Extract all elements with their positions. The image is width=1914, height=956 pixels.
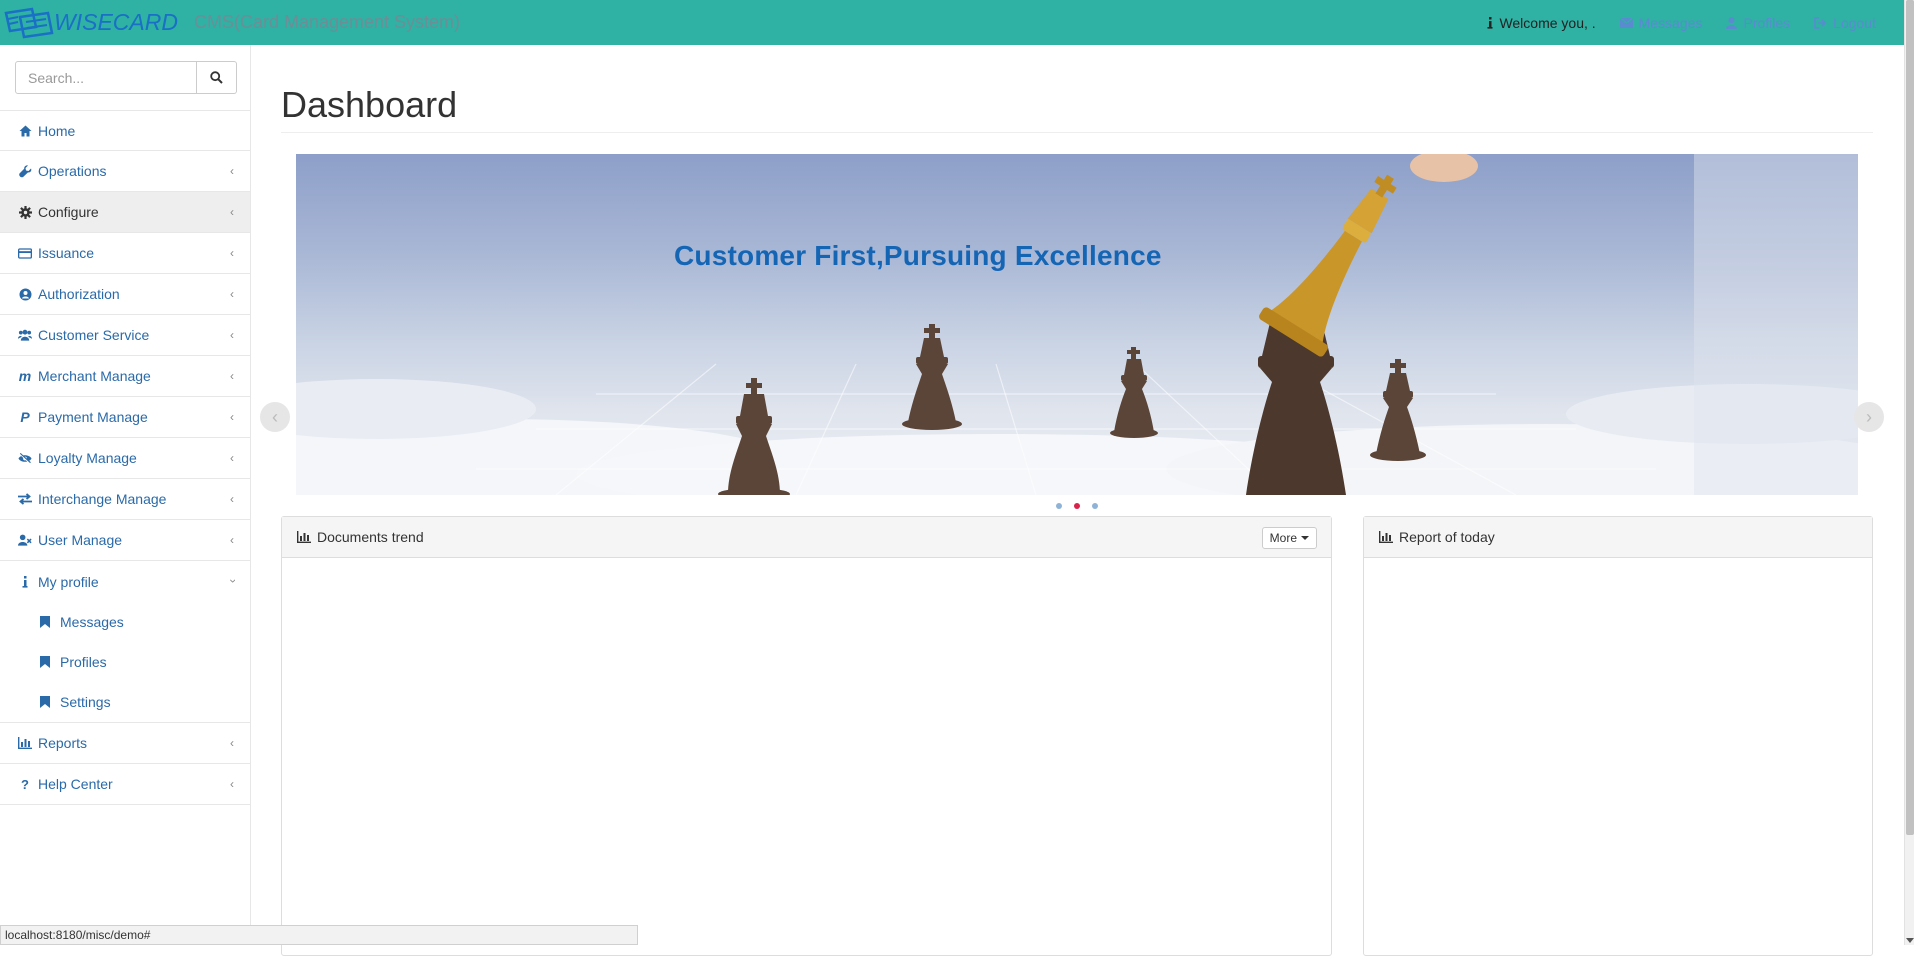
sidebar: Home Operations ‹ Configure ‹ Issuance ‹… [0,45,251,945]
sidebar-item-loyalty-manage[interactable]: Loyalty Manage ‹ [0,438,250,479]
eye-slash-icon [18,451,32,465]
chevron-left-icon: ‹ [272,406,278,427]
sidebar-item-help-center[interactable]: ? Help Center ‹ [0,764,250,805]
chevron-left-icon: ‹ [230,410,234,424]
sidebar-item-authorization[interactable]: Authorization ‹ [0,274,250,315]
user-times-icon [18,533,32,547]
chess-banner-image [296,154,1858,495]
main-content: Dashboard Customer First,Pursuing Excell… [252,45,1904,956]
page-title: Dashboard [281,84,458,125]
chevron-left-icon: ‹ [230,246,234,260]
brand-subtitle: CMS(Card Management System) [193,12,461,32]
my-profile-submenu: Messages Profiles Settings [0,602,250,723]
sidebar-item-merchant-manage[interactable]: m Merchant Manage ‹ [0,356,250,397]
sign-out-icon [1814,16,1827,29]
chevron-left-icon: ‹ [230,533,234,547]
sidebar-item-payment-manage[interactable]: P Payment Manage ‹ [0,397,250,438]
panel-title: Report of today [1399,529,1495,545]
chevron-left-icon: ‹ [230,777,234,791]
user-nav: Welcome you, . Messages Profiles Logout [1463,0,1876,45]
sidebar-item-customer-service[interactable]: Customer Service ‹ [0,315,250,356]
bookmark-icon [40,655,52,669]
chevron-down-icon: ‹ [225,579,239,583]
chevron-left-icon: ‹ [230,164,234,178]
carousel-indicators [1056,503,1110,509]
panel-heading: Report of today [1364,517,1872,558]
sidebar-item-user-manage[interactable]: User Manage ‹ [0,520,250,561]
carousel-next-button[interactable]: › [1854,402,1884,432]
chevron-left-icon: ‹ [230,369,234,383]
wisecard-logo-icon [4,7,54,38]
bar-chart-icon [1379,531,1393,543]
documents-trend-panel: Documents trend More [281,516,1332,956]
user-icon [1726,16,1738,29]
sidebar-item-configure[interactable]: Configure ‹ [0,192,250,233]
sidebar-item-interchange-manage[interactable]: Interchange Manage ‹ [0,479,250,520]
search-input[interactable] [15,61,197,94]
info-icon [18,575,32,589]
brand[interactable]: WISECARD CMS(Card Management System) [0,0,460,45]
exchange-icon [18,492,32,506]
bar-chart-icon [297,531,311,543]
carousel-indicator-2[interactable] [1074,503,1080,509]
sidebar-item-reports[interactable]: Reports ‹ [0,723,250,764]
scroll-down-arrow-icon[interactable] [1906,938,1914,943]
scrollbar-thumb[interactable] [1906,0,1914,835]
chevron-left-icon: ‹ [230,736,234,750]
chevron-right-icon: › [1866,406,1872,427]
caret-down-icon [1301,536,1309,540]
sidebar-menu: Home Operations ‹ Configure ‹ Issuance ‹… [0,110,250,805]
profiles-link[interactable]: Profiles [1726,15,1790,31]
sidebar-item-operations[interactable]: Operations ‹ [0,151,250,192]
sidebar-subitem-messages[interactable]: Messages [0,602,250,642]
carousel-indicator-1[interactable] [1056,503,1062,509]
paypal-icon: P [20,409,30,425]
brand-name: WISECARD [54,9,178,35]
credit-card-icon [18,246,32,260]
info-icon [1487,16,1493,29]
sidebar-item-my-profile[interactable]: My profile ‹ [0,561,250,602]
carousel-prev-button[interactable]: ‹ [260,402,290,432]
bookmark-icon [40,615,52,629]
envelope-icon [1619,17,1633,28]
panel-title: Documents trend [317,529,424,545]
home-icon [18,124,32,138]
title-divider [281,132,1873,133]
logout-link[interactable]: Logout [1814,15,1876,31]
welcome-text: Welcome you, . [1487,15,1596,31]
wrench-icon [18,164,32,178]
sidebar-search [15,61,237,94]
search-button[interactable] [197,61,237,94]
chevron-left-icon: ‹ [230,205,234,219]
banner-carousel[interactable]: Customer First,Pursuing Excellence [296,154,1858,495]
chevron-left-icon: ‹ [230,287,234,301]
gear-icon [18,205,32,219]
more-dropdown-button[interactable]: More [1261,527,1317,549]
top-navbar: WISECARD CMS(Card Management System) Wel… [0,0,1904,45]
m-letter-icon: m [18,368,32,384]
users-icon [18,328,32,342]
sidebar-subitem-settings[interactable]: Settings [0,682,250,722]
messages-link[interactable]: Messages [1619,15,1702,31]
browser-status-bar: localhost:8180/misc/demo# [0,925,638,945]
sidebar-subitem-profiles[interactable]: Profiles [0,642,250,682]
panel-heading: Documents trend More [282,517,1331,558]
bar-chart-icon [18,736,32,750]
vertical-scrollbar[interactable] [1904,0,1914,945]
sidebar-item-issuance[interactable]: Issuance ‹ [0,233,250,274]
question-icon: ? [21,776,29,792]
user-circle-icon [18,287,32,301]
sidebar-item-home[interactable]: Home [0,110,250,151]
bookmark-icon [40,695,52,709]
banner-slogan: Customer First,Pursuing Excellence [674,240,1162,271]
report-of-today-panel: Report of today [1363,516,1873,956]
chevron-left-icon: ‹ [230,451,234,465]
carousel-indicator-3[interactable] [1092,503,1098,509]
chevron-left-icon: ‹ [230,492,234,506]
search-icon [210,71,223,84]
chevron-left-icon: ‹ [230,328,234,342]
